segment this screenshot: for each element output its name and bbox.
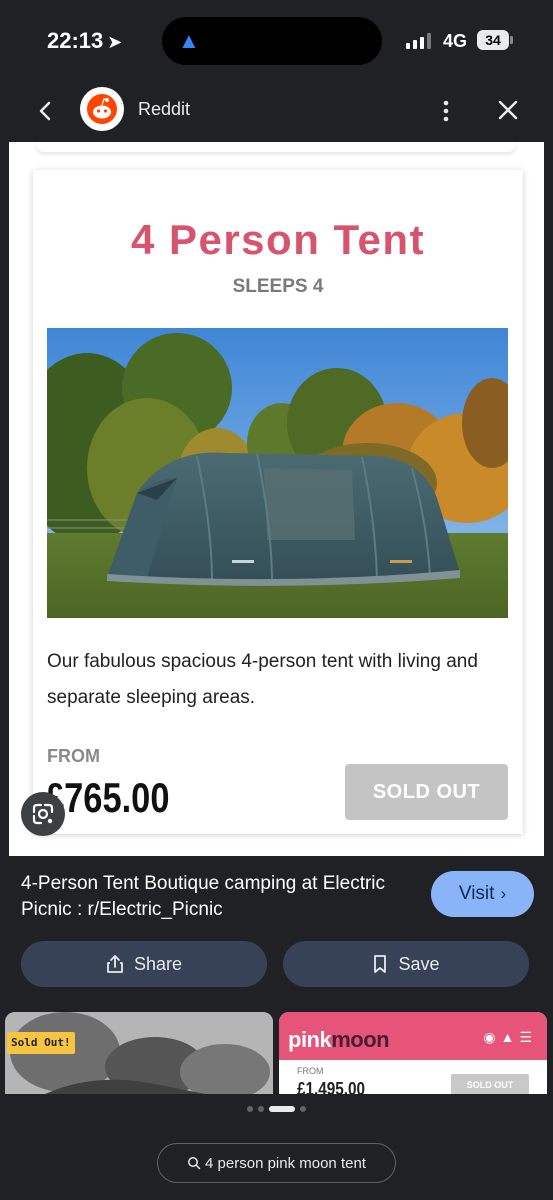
- sold-out-badge: Sold Out!: [7, 1032, 75, 1054]
- bookmark-icon: [374, 955, 387, 973]
- lens-icon: [32, 803, 54, 825]
- location-arrow-icon: ➤: [107, 32, 123, 52]
- navigation-icon: ▲: [178, 28, 200, 53]
- logo-moon: moon: [331, 1027, 390, 1052]
- chevron-left-icon: [39, 101, 51, 121]
- more-vertical-icon: [443, 100, 449, 122]
- bag-icon: ▲: [500, 1029, 520, 1045]
- price-from-label: FROM: [47, 746, 100, 766]
- viewer-header: Reddit: [0, 80, 553, 142]
- previous-card-edge: [37, 142, 515, 152]
- header-icons: ◉▲☰: [483, 1029, 537, 1046]
- related-thumbnail-right[interactable]: pinkmoon ◉▲☰ FROM £1,495.00 SOLD OUT: [279, 1012, 547, 1094]
- share-label: Share: [133, 953, 183, 974]
- carousel-dot: [258, 1106, 264, 1112]
- price-from-label: FROM: [297, 1066, 324, 1076]
- share-icon: [107, 955, 123, 973]
- product-card: 4 Person Tent SLEEPS 4 Our fabulous spac…: [33, 170, 523, 834]
- network-type: 4G: [443, 31, 468, 51]
- menu-icon: ☰: [519, 1029, 537, 1045]
- carousel-dot-active: [269, 1106, 295, 1112]
- product-title: 4 Person Tent: [130, 216, 426, 263]
- carousel-dot: [247, 1106, 253, 1112]
- search-query-chip[interactable]: 4 person pink moon tent: [157, 1143, 396, 1183]
- save-button[interactable]: Save: [283, 941, 529, 987]
- search-icon: [188, 1157, 201, 1170]
- reddit-logo-icon: [80, 87, 124, 131]
- related-thumbnail-left[interactable]: Sold Out!: [5, 1012, 273, 1094]
- tent-photo: [47, 328, 508, 618]
- visit-label: Visit: [458, 883, 495, 904]
- status-bar: 22:13 ➤ ▲ 4G 34: [0, 0, 553, 80]
- signal-icon: [406, 33, 431, 49]
- google-lens-button[interactable]: [21, 792, 65, 836]
- image-preview[interactable]: 4 Person Tent SLEEPS 4 Our fabulous spac…: [9, 142, 544, 856]
- close-button[interactable]: [494, 96, 522, 124]
- save-label: Save: [398, 953, 440, 974]
- share-button[interactable]: Share: [21, 941, 267, 987]
- logo-pink: pink: [288, 1027, 332, 1052]
- dynamic-island: ▲: [162, 17, 382, 65]
- pinkmoon-header: pinkmoon ◉▲☰: [279, 1012, 547, 1060]
- clock: 22:13 ➤: [47, 28, 122, 54]
- carousel-indicator: [0, 1106, 553, 1112]
- chevron-right-icon: ›: [500, 884, 507, 903]
- search-query-text: 4 person pink moon tent: [205, 1154, 366, 1172]
- sold-out-button: SOLD OUT: [345, 764, 508, 820]
- sold-out-button: SOLD OUT: [451, 1074, 529, 1094]
- product-subtitle: SLEEPS 4: [232, 276, 324, 297]
- site-name[interactable]: Reddit: [138, 99, 190, 120]
- clock-time: 22:13: [47, 28, 104, 53]
- pinkmoon-logo: pinkmoon: [288, 1027, 390, 1053]
- related-price: £1,495.00: [297, 1079, 366, 1094]
- carousel-dot: [300, 1106, 306, 1112]
- back-button[interactable]: [33, 96, 59, 126]
- product-description: Our fabulous spacious 4-person tent with…: [47, 651, 478, 708]
- user-icon: ◉: [483, 1029, 501, 1045]
- visit-button[interactable]: Visit ›: [431, 871, 534, 917]
- more-options-button[interactable]: [436, 96, 456, 126]
- close-icon: [498, 100, 518, 120]
- result-title[interactable]: 4-Person Tent Boutique camping at Electr…: [21, 871, 421, 923]
- battery-icon: 34: [477, 30, 513, 50]
